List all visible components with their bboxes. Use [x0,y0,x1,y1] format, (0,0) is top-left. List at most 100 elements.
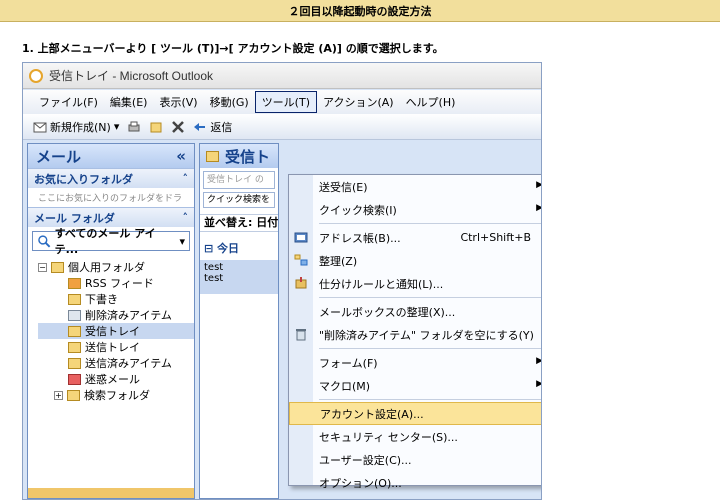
menu-item-label: セキュリティ センター(S)... [319,430,458,444]
favorites-hint: ここにお気に入りのフォルダをドラ [38,194,183,204]
sort-header[interactable]: 並べ替え: 日付 [200,214,278,232]
all-items-label: すべてのメール アイテ... [54,227,156,256]
menu-help[interactable]: ヘルプ(H) [400,92,462,112]
message-sender: test [204,262,224,273]
window-title: 受信トレイ - Microsoft Outlook [49,69,214,83]
menu-item-label: メールボックスの整理(X)... [319,305,456,319]
outlook-screenshot: 受信トレイ - Microsoft Outlook ファイル(F) 編集(E) … [22,62,542,500]
new-button[interactable]: 新規作成(N) ▾ [33,119,119,135]
favorites-header[interactable]: お気に入りフォルダ ˄ [28,168,194,188]
menu-actions[interactable]: アクション(A) [317,92,400,112]
folder-drafts[interactable]: 下書き [38,291,194,307]
trash-icon [68,309,81,321]
folder-label: 検索フォルダ [84,389,150,402]
folder-deleted[interactable]: 削除済みアイテム [38,307,194,323]
new-label: 新規作成(N) [50,120,111,134]
organize-icon [294,254,308,266]
expand-toggle-icon[interactable]: + [54,390,63,400]
message-list-pane: 受信ト 受信トレイ の クイック検索を 並べ替え: 日付 ⊟ 今日 test t… [199,143,279,499]
submenu-arrow-icon: ▶ [536,356,541,366]
rules-icon [295,277,307,289]
move-icon[interactable] [149,120,163,134]
menu-item-forms[interactable]: フォーム(F) ▶ [289,351,541,374]
folder-label: RSS フィード [85,277,154,290]
group-today[interactable]: ⊟ 今日 [200,240,278,256]
menu-item-instant-search[interactable]: クイック検索(I) ▶ [289,198,541,221]
menu-item-label: フォーム(F) [319,356,378,370]
menu-item-label: オプション(O)... [319,476,402,490]
delete-icon[interactable] [171,120,185,134]
section-title: ２回目以降起動時の設定方法 [288,4,432,18]
new-mail-icon [33,122,47,132]
folder-search[interactable]: + 検索フォルダ [38,387,194,403]
chevron-up-icon: ˄ [182,211,189,224]
folder-sent[interactable]: 送信済みアイテム [38,355,194,371]
submenu-arrow-icon: ▶ [536,379,541,389]
all-mail-items-dropdown[interactable]: すべてのメール アイテ... ▾ [32,227,190,256]
menu-item-label: クイック検索(I) [319,203,397,217]
sent-icon [68,357,81,369]
search-folder-icon [38,235,51,248]
menu-item-rules-alerts[interactable]: 仕分けルールと通知(L)... [289,272,541,295]
menu-separator [319,399,541,400]
menu-item-options[interactable]: オプション(O)... [289,471,541,494]
drafts-icon [68,293,81,305]
menu-item-trust-center[interactable]: セキュリティ センター(S)... [289,425,541,448]
chevron-up-icon: ˄ [182,172,189,185]
inbox-header: 受信ト [200,144,278,168]
folder-personal[interactable]: − 個人用フォルダ [38,259,194,275]
menu-view[interactable]: 表示(V) [153,92,203,112]
collapse-toggle-icon[interactable]: ⊟ [204,242,217,255]
toolbar: 新規作成(N) ▾ 返信 [23,114,541,140]
menu-tools[interactable]: ツール(T) [254,91,317,113]
trash-icon [296,329,306,341]
address-book-icon [294,232,308,243]
menu-item-label: ユーザー設定(C)... [319,453,412,467]
outlook-icon [29,68,43,83]
menu-edit[interactable]: 編集(E) [104,92,154,112]
instruction-text: 1. 上部メニューバーより [ ツール (T)]→[ アカウント設定 (A)] … [22,42,444,55]
mail-folders-header[interactable]: メール フォルダ ˄ [28,207,194,227]
window-titlebar: 受信トレイ - Microsoft Outlook [23,63,541,89]
inbox-icon [206,150,219,162]
menu-item-empty-deleted[interactable]: "削除済みアイテム" フォルダを空にする(Y) [289,323,541,346]
navigation-pane: メール « お気に入りフォルダ ˄ ここにお気に入りのフォルダをドラ メール フ… [27,143,195,499]
reply-button[interactable]: 返信 [193,119,232,135]
list-item[interactable]: test test [200,260,278,294]
submenu-arrow-icon: ▶ [536,180,541,190]
menu-item-organize[interactable]: 整理(Z) [289,249,541,272]
section-header: ２回目以降起動時の設定方法 [0,0,720,22]
folder-label: 迷惑メール [85,373,140,386]
nav-bottom-bar [28,488,194,498]
menu-separator [319,348,541,349]
menu-separator [319,297,541,298]
quick-search-input[interactable]: クイック検索を [203,192,275,208]
folder-label: 下書き [85,293,118,306]
menu-go[interactable]: 移動(G) [204,92,255,112]
collapse-icon[interactable]: « [176,147,186,165]
nav-title: メール [36,147,82,166]
menu-separator [319,223,541,224]
menu-item-label: 整理(Z) [319,254,358,268]
chevron-down-icon: ▾ [113,120,120,133]
menu-item-account-settings[interactable]: アカウント設定(A)... [289,402,541,425]
menu-item-label: マクロ(M) [319,379,371,393]
menu-item-mailbox-cleanup[interactable]: メールボックスの整理(X)... [289,300,541,323]
menu-file[interactable]: ファイル(F) [33,92,104,112]
menu-item-customize[interactable]: ユーザー設定(C)... [289,448,541,471]
folder-label: 送信トレイ [85,341,140,354]
menu-item-address-book[interactable]: アドレス帳(B)... Ctrl+Shift+B [289,226,541,249]
folder-outbox[interactable]: 送信トレイ [38,339,194,355]
outbox-icon [68,341,81,353]
menu-bar: ファイル(F) 編集(E) 表示(V) 移動(G) ツール(T) アクション(A… [23,90,541,114]
collapse-toggle-icon[interactable]: − [38,262,47,272]
chevron-down-icon: ▾ [179,234,185,248]
print-icon[interactable] [127,120,141,134]
search-input[interactable]: 受信トレイ の [203,171,275,189]
folder-inbox[interactable]: 受信トレイ [38,323,194,339]
folder-rss[interactable]: RSS フィード [38,275,194,291]
folder-junk[interactable]: 迷惑メール [38,371,194,387]
menu-item-label: 仕分けルールと通知(L)... [319,277,444,291]
menu-item-send-receive[interactable]: 送受信(E) ▶ [289,175,541,198]
menu-item-macro[interactable]: マクロ(M) ▶ [289,374,541,397]
